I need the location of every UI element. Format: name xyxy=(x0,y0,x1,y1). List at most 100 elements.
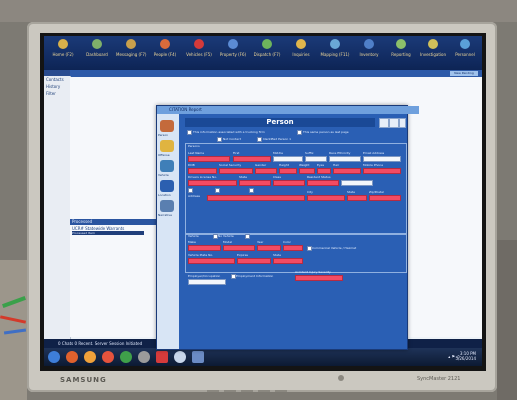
make-select[interactable] xyxy=(188,245,221,251)
dl-number-label: Drivers License No. xyxy=(188,175,217,179)
personnel-icon xyxy=(460,39,470,49)
occupation-select[interactable] xyxy=(188,279,226,285)
toolbar-dashboard[interactable]: Dashboard xyxy=(82,39,112,67)
last-name-field[interactable] xyxy=(188,156,230,162)
weight-field[interactable] xyxy=(299,168,315,174)
identified-person-checkbox[interactable] xyxy=(257,137,262,142)
home-icon xyxy=(58,39,68,49)
model-field[interactable] xyxy=(223,245,255,251)
hair-select[interactable] xyxy=(333,168,361,174)
extra-select[interactable] xyxy=(341,180,373,186)
plate-field[interactable] xyxy=(188,258,235,264)
power-button[interactable] xyxy=(338,375,344,381)
start-icon[interactable] xyxy=(48,351,60,363)
trucking-firm-label: This information associated with a truck… xyxy=(193,130,265,134)
accident-severity-select[interactable] xyxy=(295,275,343,281)
property-icon xyxy=(228,39,238,49)
sidebar-item-contacts[interactable]: Contacts xyxy=(44,76,70,83)
not-contact-checkbox[interactable] xyxy=(217,137,222,142)
dob-field[interactable] xyxy=(188,168,217,174)
city-label: City xyxy=(307,190,313,194)
toolbar-people[interactable]: People (F4) xyxy=(150,39,180,67)
dialog-heading: Person xyxy=(185,118,375,127)
narrative-nav-icon[interactable] xyxy=(160,200,174,212)
ssn-field[interactable] xyxy=(219,168,253,174)
race-field[interactable] xyxy=(329,156,361,162)
help-button[interactable] xyxy=(389,118,399,128)
toolbar-personnel[interactable]: Personnel xyxy=(450,39,480,67)
city-field[interactable] xyxy=(307,195,345,201)
processed-selected-item[interactable]: Processed Item xyxy=(72,231,144,235)
app-icon[interactable] xyxy=(138,351,150,363)
dl-class-label: Class xyxy=(273,175,281,179)
no-vehicle-label: No Vehicle xyxy=(218,234,234,238)
year-field[interactable] xyxy=(257,245,281,251)
same-person-checkbox[interactable] xyxy=(297,130,302,135)
first-name-field[interactable] xyxy=(233,156,271,162)
address-field[interactable] xyxy=(207,195,305,201)
firefox-icon[interactable] xyxy=(102,351,114,363)
middle-name-field[interactable] xyxy=(273,156,303,162)
dialog-titlebar[interactable]: CITATION Report xyxy=(157,106,419,114)
eyes-select[interactable] xyxy=(317,168,331,174)
suffix-field[interactable] xyxy=(305,156,327,162)
sidebar-item-filter[interactable]: Filter xyxy=(44,90,70,97)
police-app-icon[interactable] xyxy=(174,351,186,363)
email-field[interactable] xyxy=(363,156,401,162)
dl-checkbox-1[interactable] xyxy=(188,188,193,193)
nav-label-offense: Offense xyxy=(158,153,170,157)
toolbar-investigation[interactable]: Investigation xyxy=(418,39,448,67)
pdf-icon[interactable] xyxy=(156,351,168,363)
toolbar-reporting[interactable]: Reporting xyxy=(386,39,416,67)
new-pending-button[interactable]: New Pending xyxy=(450,71,478,76)
toolbar-messaging[interactable]: Messaging (F7) xyxy=(116,39,147,67)
people-icon xyxy=(160,39,170,49)
toolbar-property[interactable]: Property (F6) xyxy=(218,39,248,67)
left-sidebar: Contacts History Filter xyxy=(44,76,71,366)
close-button[interactable] xyxy=(399,118,406,128)
pending-header: Pending xyxy=(70,70,482,86)
gender-label: Gender xyxy=(255,163,267,167)
resident-select[interactable] xyxy=(307,180,339,186)
toolbar-inquiries[interactable]: Inquiries xyxy=(286,39,316,67)
active-app-icon[interactable] xyxy=(192,351,204,363)
toolbar-inventory[interactable]: Inventory xyxy=(354,39,384,67)
address-state-select[interactable] xyxy=(347,195,367,201)
color-select[interactable] xyxy=(283,245,303,251)
media-icon[interactable] xyxy=(84,351,96,363)
dl-checkbox-3[interactable] xyxy=(249,188,254,193)
dl-checkbox-2[interactable] xyxy=(215,188,220,193)
dl-class-select[interactable] xyxy=(273,180,305,186)
monitor-buttons[interactable] xyxy=(207,377,327,392)
commercial-label: Commercial Vehicle / Hazmat xyxy=(312,246,357,250)
sidebar-item-history[interactable]: History xyxy=(44,83,70,90)
height-field[interactable] xyxy=(279,168,297,174)
location-nav-icon[interactable] xyxy=(160,180,174,192)
mobile-field[interactable] xyxy=(363,168,401,174)
vehicle-nav-icon[interactable] xyxy=(160,160,174,172)
chrome-icon[interactable] xyxy=(120,351,132,363)
zip-field[interactable] xyxy=(369,195,401,201)
weight-label: Weight xyxy=(299,163,310,167)
browser-icon[interactable] xyxy=(66,351,78,363)
print-button[interactable] xyxy=(379,118,389,128)
make-label: Make xyxy=(188,240,196,244)
toolbar-home[interactable]: Home (F2) xyxy=(48,39,78,67)
trucking-firm-checkbox[interactable] xyxy=(187,130,192,135)
mapping-icon xyxy=(330,39,340,49)
expires-field[interactable] xyxy=(237,258,271,264)
not-contact-label: Not Contact xyxy=(223,137,241,141)
dl-number-field[interactable] xyxy=(188,180,237,186)
offense-nav-icon[interactable] xyxy=(160,140,174,152)
hair-label: Hair xyxy=(333,163,340,167)
toolbar-mapping[interactable]: Mapping (F11) xyxy=(320,39,350,67)
clock[interactable]: 3:10 PM 5/26/2014 xyxy=(455,351,476,361)
gender-select[interactable] xyxy=(255,168,277,174)
vehicle-state-select[interactable] xyxy=(273,258,303,264)
desk-right xyxy=(497,240,517,400)
person-nav-icon[interactable] xyxy=(160,120,174,132)
dl-state-select[interactable] xyxy=(239,180,271,186)
toolbar-vehicles[interactable]: Vehicles (F5) xyxy=(184,39,214,67)
toolbar-dispatch[interactable]: Dispatch (F7) xyxy=(252,39,282,67)
no-plate-checkbox[interactable] xyxy=(245,234,250,239)
